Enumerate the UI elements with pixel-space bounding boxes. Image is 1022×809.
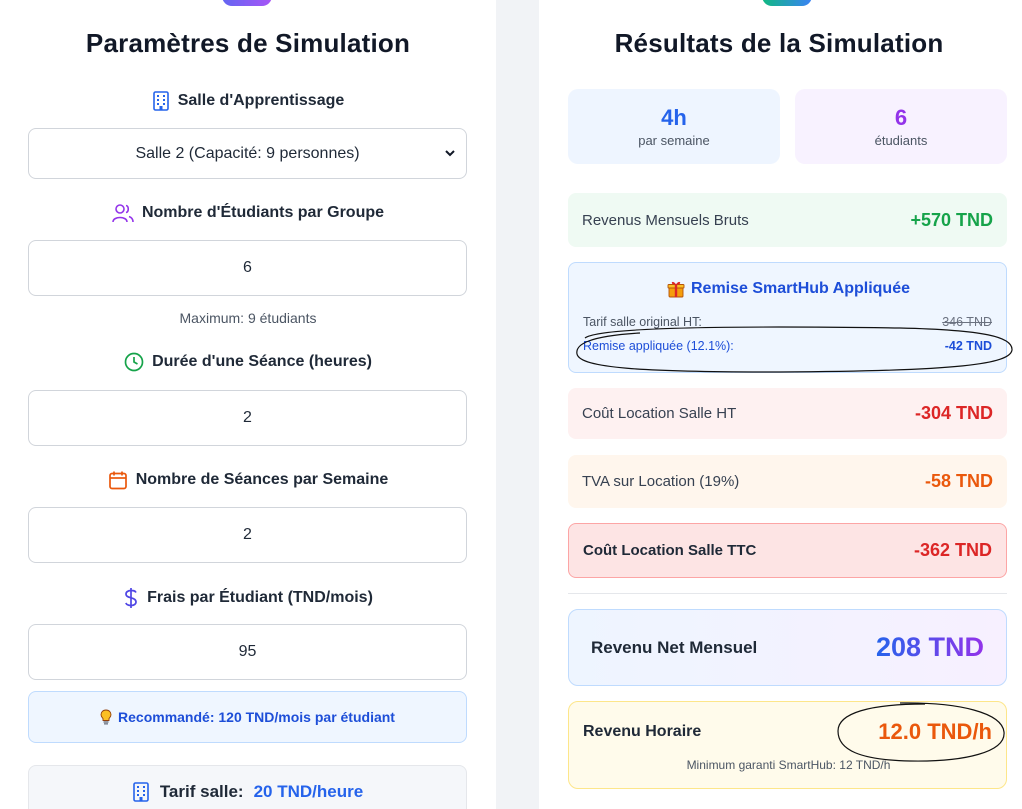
hourly-revenue-value: 12.0 TND/h (878, 719, 992, 744)
applied-discount-value: -42 TND (944, 339, 992, 353)
students-input-value: 6 (243, 259, 252, 276)
gift-icon (667, 281, 685, 298)
room-cost-ht-row: Coût Location Salle HT -304 TND (568, 388, 1007, 439)
gross-revenue-value: +570 TND (910, 209, 993, 230)
building-icon (133, 782, 149, 802)
simulation-results-panel: Résultats de la Simulation 4h par semain… (539, 0, 1022, 809)
students-value: 6 (894, 105, 908, 130)
vat-row: TVA sur Location (19%) -58 TND (568, 455, 1007, 508)
hourly-revenue-card: Revenu Horaire 12.0 TND/h Minimum garant… (568, 701, 1007, 789)
room-cost-ttc-row: Coût Location Salle TTC -362 TND (568, 523, 1007, 578)
results-title: Résultats de la Simulation (614, 28, 944, 58)
duration-field-label: Durée d'une Séance (heures) (0, 352, 496, 372)
duration-label-text: Durée d'une Séance (heures) (152, 353, 372, 370)
students-stat-label: étudiants (874, 133, 928, 148)
students-field-label: Nombre d'Étudiants par Groupe (0, 203, 496, 223)
sessions-input-value: 2 (243, 526, 252, 543)
building-icon (152, 91, 169, 111)
sessions-label-text: Nombre de Séances par Semaine (135, 471, 389, 488)
users-icon (112, 204, 134, 223)
net-revenue-value: 208 TND (875, 632, 984, 662)
recommendation-box: Recommandé: 120 TND/mois par étudiant (28, 691, 467, 743)
fee-input[interactable]: 95 (28, 624, 467, 680)
duration-input-value: 2 (243, 409, 252, 426)
room-cost-ttc-value: -362 TND (913, 540, 992, 560)
students-label-text: Nombre d'Étudiants par Groupe (141, 204, 385, 221)
room-label-text: Salle d'Apprentissage (177, 92, 345, 109)
room-field-label: Salle d'Apprentissage (0, 91, 496, 111)
sessions-field-label: Nombre de Séances par Semaine (0, 470, 496, 490)
discount-title-text: Remise SmartHub Appliquée (690, 280, 910, 297)
lightbulb-icon (100, 709, 112, 725)
original-rate-line: Tarif salle original HT: 346 TND (583, 315, 992, 329)
room-cost-ht-value: -304 TND (914, 403, 993, 423)
original-rate-label: Tarif salle original HT: (583, 315, 702, 329)
panel-accent-chip (222, 0, 272, 6)
panel-accent-chip (762, 0, 812, 6)
simulation-parameters-panel: Paramètres de Simulation Salle d'Apprent… (0, 0, 496, 809)
hourly-revenue-label: Revenu Horaire (583, 723, 702, 740)
room-rate-box: Tarif salle: 20 TND/heure (28, 765, 467, 809)
gross-revenue-label: Revenus Mensuels Bruts (582, 211, 749, 229)
recommendation-text: Recommandé: 120 TND/mois par étudiant (118, 709, 395, 725)
students-max-hint: Maximum: 9 étudiants (179, 310, 317, 326)
dollar-icon (125, 588, 137, 608)
room-cost-ht-label: Coût Location Salle HT (582, 405, 737, 422)
room-rate-label: Tarif salle: (159, 782, 244, 801)
duration-input[interactable]: 2 (28, 390, 467, 446)
fee-label-text: Frais par Étudiant (TND/mois) (147, 589, 373, 606)
chevron-down-icon (445, 150, 455, 157)
hours-per-week-card: 4h par semaine (568, 89, 780, 164)
applied-discount-label: Remise appliquée (12.1%): (583, 339, 734, 353)
hours-value: 4h (661, 105, 687, 130)
smarthub-discount-card: Remise SmartHub Appliquée Tarif salle or… (568, 262, 1007, 373)
room-select[interactable]: Salle 2 (Capacité: 9 personnes) (28, 128, 467, 179)
fee-field-label: Frais par Étudiant (TND/mois) (0, 587, 496, 609)
clock-icon (124, 352, 144, 372)
room-cost-ttc-label: Coût Location Salle TTC (583, 542, 757, 559)
fee-input-value: 95 (238, 643, 257, 660)
discount-title: Remise SmartHub Appliquée (569, 280, 1008, 298)
gross-revenue-row: Revenus Mensuels Bruts +570 TND (568, 193, 1007, 247)
sessions-input[interactable]: 2 (28, 507, 467, 563)
parameters-title: Paramètres de Simulation (85, 28, 411, 58)
vat-value: -58 TND (924, 471, 993, 491)
vat-label: TVA sur Location (19%) (582, 473, 740, 490)
minimum-guarantee-note: Minimum garanti SmartHub: 12 TND/h (686, 758, 891, 772)
students-count-card: 6 étudiants (795, 89, 1007, 164)
applied-discount-line: Remise appliquée (12.1%): -42 TND (583, 339, 992, 353)
room-select-value: Salle 2 (Capacité: 9 personnes) (135, 144, 360, 162)
room-rate-value: 20 TND/heure (253, 782, 364, 801)
net-revenue-card: Revenu Net Mensuel 208 TND (568, 609, 1007, 686)
results-divider (568, 593, 1007, 594)
net-revenue-label: Revenu Net Mensuel (591, 637, 758, 657)
hours-label: par semaine (638, 133, 710, 148)
original-rate-value: 346 TND (942, 315, 992, 329)
calendar-icon (108, 471, 127, 490)
students-input[interactable]: 6 (28, 240, 467, 296)
